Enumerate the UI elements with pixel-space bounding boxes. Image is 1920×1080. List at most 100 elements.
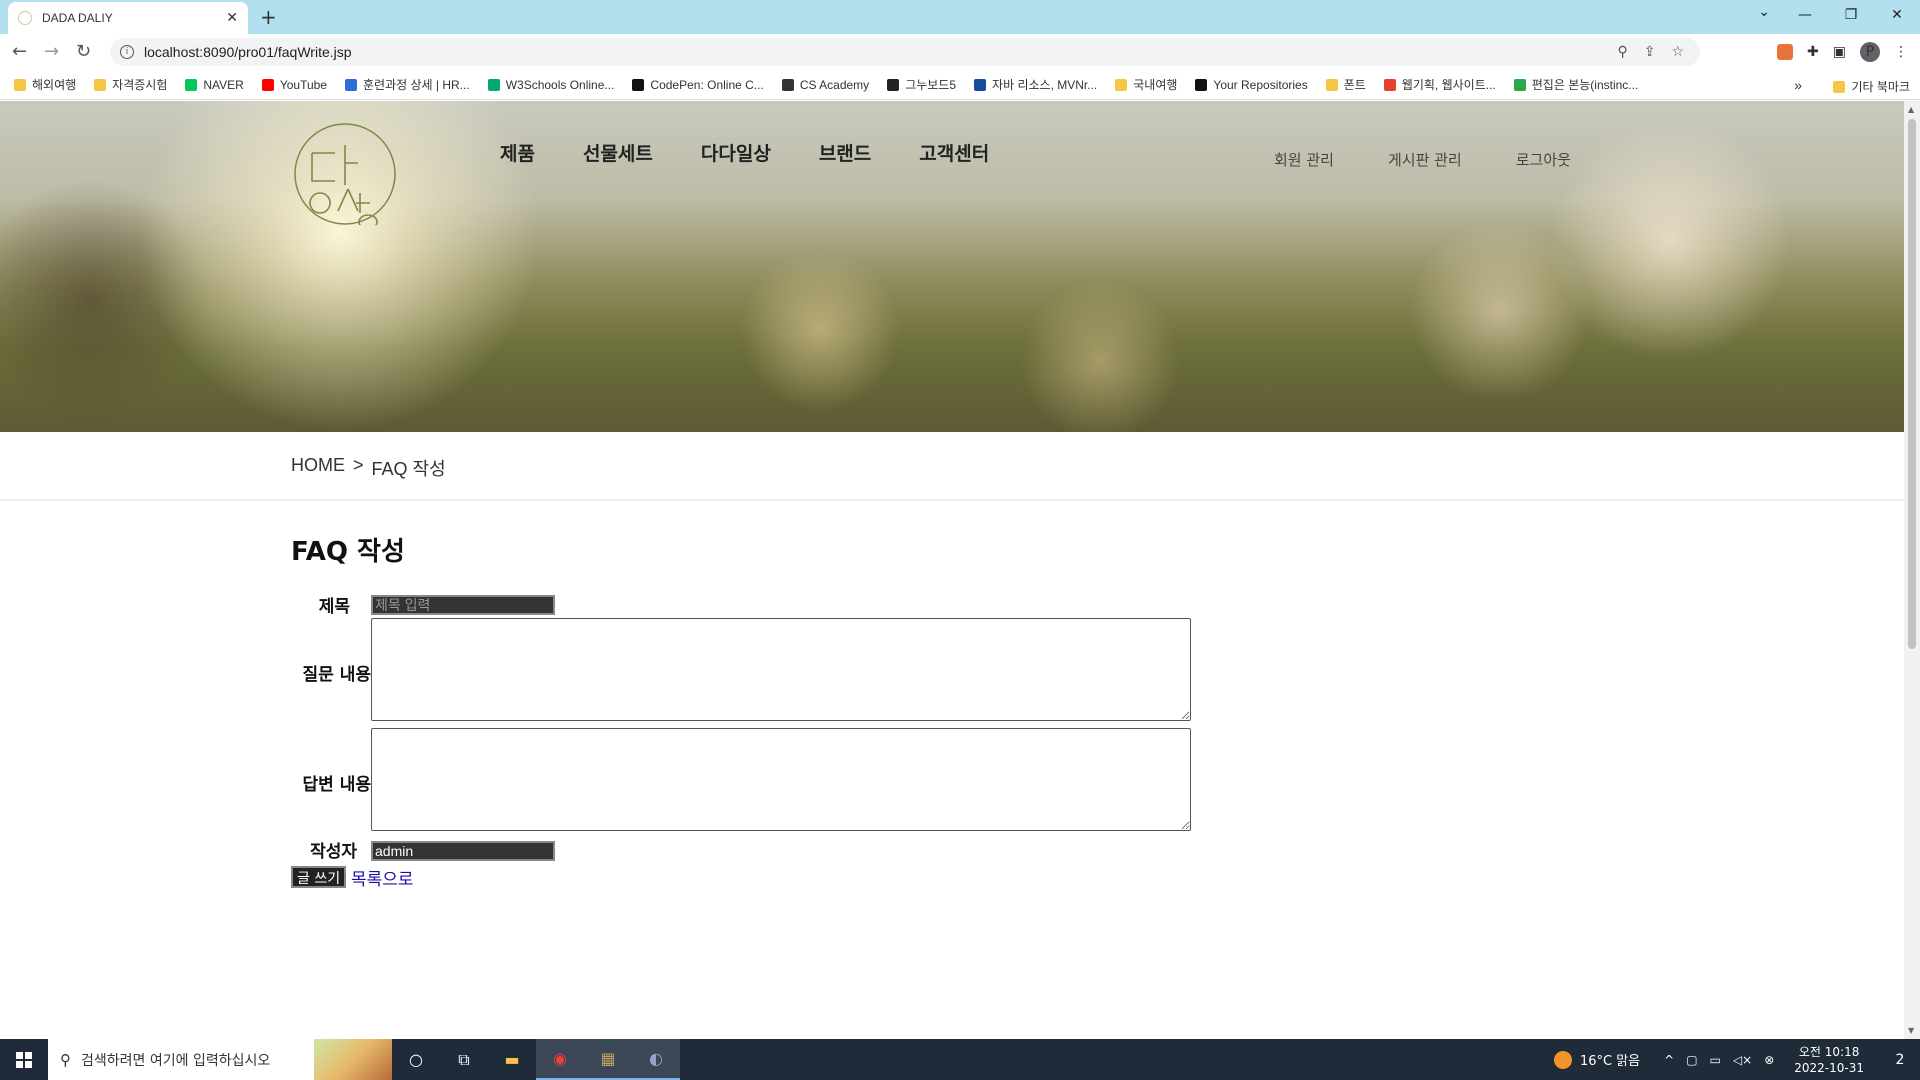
- eclipse-icon[interactable]: ◐: [632, 1039, 680, 1080]
- cortana-icon[interactable]: ○: [392, 1039, 440, 1080]
- zoom-icon[interactable]: ⚲: [1617, 44, 1627, 60]
- other-bookmarks[interactable]: 기타 북마크: [1833, 78, 1910, 95]
- notification-count: 2: [1895, 1051, 1905, 1068]
- side-panel-icon[interactable]: ▣: [1833, 44, 1846, 60]
- bookmark-label: W3Schools Online...: [505, 77, 615, 92]
- naver-icon: [185, 78, 198, 91]
- chrome-icon[interactable]: ◉: [536, 1039, 584, 1080]
- header-hero-banner: 제품 선물세트 다다일상 브랜드 고객센터 회원 관리 게시판 관리 로그아웃: [0, 101, 1904, 432]
- puzzle-icon[interactable]: ✚: [1807, 44, 1819, 60]
- menu-kebab-icon[interactable]: ⋮: [1894, 44, 1908, 60]
- answer-textarea[interactable]: [371, 728, 1191, 831]
- notification-center-icon[interactable]: 2: [1880, 1052, 1920, 1068]
- breadcrumb-home[interactable]: HOME: [291, 455, 345, 481]
- bookmark-item[interactable]: 그누보드5: [887, 76, 956, 93]
- nav-dada-daily[interactable]: 다다일상: [701, 139, 771, 166]
- more-bookmarks-icon[interactable]: »: [1794, 77, 1802, 93]
- share-icon[interactable]: ⇪: [1644, 44, 1656, 60]
- dada-daily-logo[interactable]: [290, 123, 400, 225]
- question-textarea[interactable]: [371, 618, 1191, 721]
- bookmark-label: 웹기획, 웹사이트...: [1401, 78, 1496, 92]
- scrollbar-thumb[interactable]: [1908, 119, 1916, 649]
- bookmark-item[interactable]: 폰트: [1325, 76, 1366, 93]
- task-view-icon[interactable]: ⧉: [440, 1039, 488, 1080]
- minimize-icon[interactable]: —: [1782, 0, 1828, 30]
- taskbar-search-placeholder: 검색하려면 여기에 입력하십시오: [81, 1052, 271, 1069]
- hrd-icon: [344, 78, 357, 91]
- scroll-up-icon[interactable]: ▲: [1908, 105, 1914, 114]
- close-window-icon[interactable]: ✕: [1874, 0, 1920, 30]
- folder-icon: [94, 78, 107, 91]
- member-management-link[interactable]: 회원 관리: [1274, 149, 1334, 170]
- admin-nav: 회원 관리 게시판 관리 로그아웃: [1274, 149, 1625, 170]
- scroll-down-icon[interactable]: ▼: [1908, 1026, 1914, 1035]
- bookmark-label: YouTube: [279, 77, 327, 92]
- nav-customer-center[interactable]: 고객센터: [919, 139, 989, 166]
- weather-widget[interactable]: 16°C 맑음: [1553, 1050, 1641, 1069]
- file-explorer-icon[interactable]: ▬: [488, 1039, 536, 1080]
- bookmark-item[interactable]: 훈련과정 상세 | HR...: [344, 76, 470, 93]
- tray-app-icon[interactable]: ▢: [1686, 1053, 1697, 1067]
- tray-chevron-icon[interactable]: ^: [1664, 1053, 1674, 1067]
- bookmark-label: CodePen: Online C...: [650, 77, 764, 92]
- breadcrumb: HOME > FAQ 작성: [291, 455, 446, 481]
- bookmark-item[interactable]: YouTube: [261, 77, 327, 92]
- bookmark-label: 편집은 본능(instinc...: [1531, 78, 1639, 92]
- folder-icon: [14, 78, 26, 91]
- windows-taskbar: ⚲ 검색하려면 여기에 입력하십시오 ○ ⧉ ▬ ◉ ▦ ◐ 16°C 맑음 ^…: [0, 1039, 1920, 1080]
- volume-muted-icon[interactable]: ◁×: [1733, 1053, 1752, 1067]
- tray-status-icon[interactable]: ⊗: [1764, 1053, 1774, 1067]
- bookmark-item[interactable]: W3Schools Online...: [487, 77, 615, 92]
- subject-input[interactable]: [371, 595, 555, 615]
- codepen-icon: [632, 78, 645, 91]
- submit-button[interactable]: 글 쓰기: [291, 866, 347, 888]
- bookmark-item[interactable]: 자바 리소스, MVNr...: [974, 76, 1097, 93]
- bookmark-item[interactable]: 편집은 본능(instinc...: [1513, 76, 1639, 93]
- bookmark-item[interactable]: 자격증시험: [94, 76, 167, 93]
- restore-icon[interactable]: ❐: [1828, 0, 1874, 30]
- bookmark-item[interactable]: CS Academy: [781, 78, 869, 92]
- back-to-list-link[interactable]: 목록으로: [351, 865, 414, 890]
- board-management-link[interactable]: 게시판 관리: [1388, 149, 1462, 170]
- browser-tab[interactable]: DADA DALIY ✕: [8, 2, 248, 34]
- author-input[interactable]: [371, 841, 555, 861]
- nav-gift-set[interactable]: 선물세트: [583, 139, 653, 166]
- bookmark-item[interactable]: 국내여행: [1115, 76, 1177, 93]
- clock[interactable]: 오전 10:18 2022-10-31: [1794, 1044, 1864, 1076]
- subject-label: 제목: [318, 597, 350, 617]
- search-icon: ⚲: [60, 1050, 71, 1069]
- taskbar-apps: ○ ⧉ ▬ ◉ ▦ ◐: [392, 1039, 680, 1080]
- cs-academy-icon: [781, 78, 794, 91]
- extension-icon[interactable]: [1777, 44, 1794, 60]
- logout-link[interactable]: 로그아웃: [1516, 149, 1571, 170]
- tab-search-chevron-icon[interactable]: ⌄: [1758, 4, 1770, 20]
- nav-brand[interactable]: 브랜드: [819, 139, 871, 166]
- bookmark-star-icon[interactable]: ☆: [1671, 44, 1684, 60]
- address-url[interactable]: localhost:8090/pro01/faqWrite.jsp: [144, 44, 352, 60]
- bookmark-label: 자바 리소스, MVNr...: [992, 78, 1098, 92]
- forward-arrow-icon[interactable]: →: [44, 41, 59, 62]
- network-icon[interactable]: ▭: [1710, 1053, 1721, 1067]
- close-tab-icon[interactable]: ✕: [226, 10, 238, 26]
- weather-text: 16°C 맑음: [1579, 1054, 1641, 1069]
- app-icon[interactable]: ▦: [584, 1039, 632, 1080]
- bookmark-item[interactable]: NAVER: [185, 78, 244, 92]
- bookmark-item[interactable]: 웹기획, 웹사이트...: [1383, 76, 1496, 93]
- start-button[interactable]: [0, 1039, 48, 1080]
- new-tab-icon[interactable]: +: [260, 5, 277, 29]
- page-scrollbar[interactable]: ▲ ▼: [1904, 101, 1920, 1039]
- address-bar[interactable]: i localhost:8090/pro01/faqWrite.jsp ⚲ ⇪ …: [110, 38, 1700, 66]
- bookmark-item[interactable]: Your Repositories: [1195, 78, 1308, 92]
- instinct-icon: [1513, 78, 1526, 91]
- omnibox-actions: ⚲ ⇪ ☆: [1617, 44, 1684, 60]
- reload-icon[interactable]: ↻: [76, 41, 91, 62]
- back-arrow-icon[interactable]: ←: [12, 41, 27, 62]
- clock-time: 오전 10:18: [1798, 1044, 1860, 1059]
- bookmark-item[interactable]: 해외여행: [14, 76, 76, 93]
- taskbar-search[interactable]: ⚲ 검색하려면 여기에 입력하십시오: [48, 1039, 392, 1080]
- bookmark-item[interactable]: CodePen: Online C...: [632, 77, 764, 92]
- nav-products[interactable]: 제품: [500, 139, 535, 166]
- opera-icon: [1383, 78, 1396, 91]
- site-info-icon[interactable]: i: [120, 45, 134, 59]
- profile-avatar[interactable]: P: [1860, 42, 1880, 62]
